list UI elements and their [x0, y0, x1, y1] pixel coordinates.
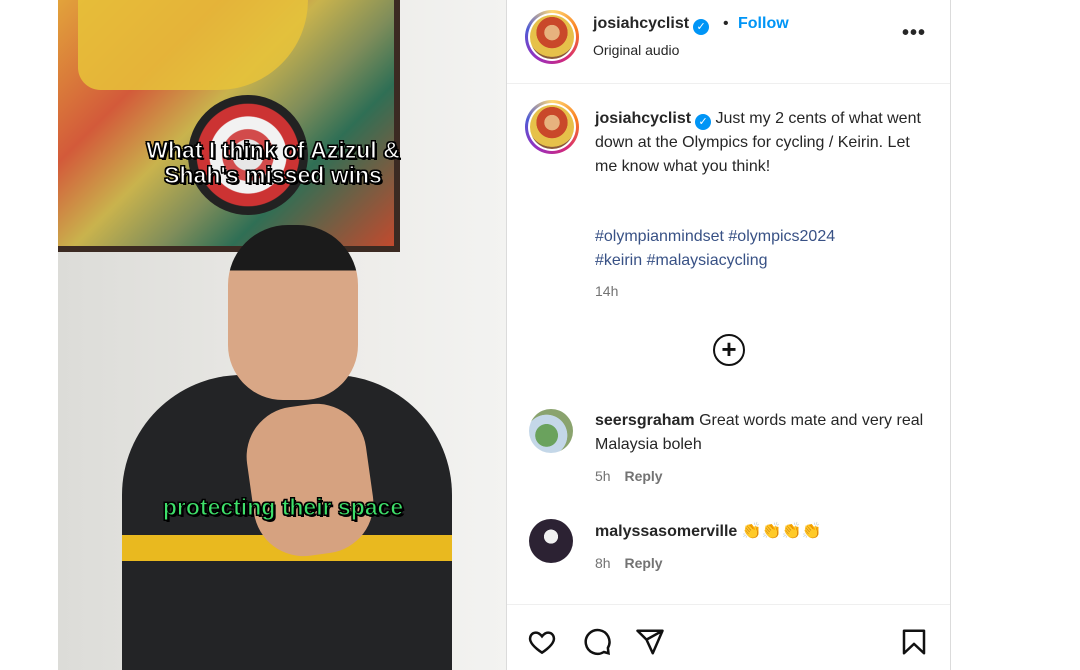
- commenter-avatar[interactable]: [529, 519, 573, 563]
- caption-username[interactable]: josiahcyclist: [595, 110, 691, 127]
- heart-icon[interactable]: [527, 627, 561, 661]
- author-avatar[interactable]: [525, 10, 579, 64]
- original-audio-link[interactable]: Original audio: [593, 42, 679, 58]
- commenter-avatar[interactable]: [529, 409, 573, 453]
- reel-video[interactable]: What I think of Azizul & Shah's missed w…: [58, 0, 506, 670]
- wall-painting: [58, 0, 400, 252]
- post-caption: josiahcyclist ✓ Just my 2 cents of what w…: [595, 107, 925, 179]
- commenter-username[interactable]: seersgraham: [595, 412, 695, 429]
- post-header: josiahcyclist ✓ • Follow Original audio •…: [507, 0, 950, 84]
- bookmark-icon[interactable]: [899, 627, 933, 661]
- video-subtitle: protecting their space: [162, 494, 404, 520]
- share-icon[interactable]: [635, 627, 669, 661]
- verified-badge-icon: ✓: [693, 19, 710, 35]
- comments-section[interactable]: josiahcyclist ✓ Just my 2 cents of what w…: [507, 85, 950, 604]
- reply-button[interactable]: Reply: [624, 468, 662, 484]
- post-timestamp[interactable]: 14h: [595, 283, 618, 299]
- post-actions-bar: [507, 604, 950, 670]
- load-more-comments-icon[interactable]: +: [713, 334, 745, 366]
- comment-timestamp[interactable]: 5h: [595, 468, 611, 484]
- hashtag-line[interactable]: #olympianmindset #olympics2024: [595, 225, 925, 249]
- more-options-icon[interactable]: •••: [902, 22, 926, 45]
- hashtag-line[interactable]: #keirin #malaysiacycling: [595, 249, 925, 273]
- comment-meta: 8h Reply: [595, 555, 663, 571]
- verified-badge-icon: ✓: [695, 114, 712, 130]
- comment-body: 👏👏👏👏: [741, 523, 822, 540]
- author-username-text[interactable]: josiahcyclist: [593, 15, 689, 32]
- reply-button[interactable]: Reply: [624, 555, 662, 571]
- comment-text: malyssasomerville 👏👏👏👏: [595, 520, 935, 544]
- presenter-head: [228, 225, 358, 400]
- video-caption-top: What I think of Azizul & Shah's missed w…: [146, 137, 400, 188]
- post-hashtags: #olympianmindset #olympics2024 #keirin #…: [595, 225, 925, 273]
- separator-dot: •: [723, 15, 729, 32]
- comment-icon[interactable]: [582, 627, 616, 661]
- author-username[interactable]: josiahcyclist ✓: [593, 15, 710, 35]
- caption-author-avatar[interactable]: [525, 100, 579, 154]
- comment-timestamp[interactable]: 8h: [595, 555, 611, 571]
- follow-button[interactable]: Follow: [738, 15, 789, 33]
- commenter-username[interactable]: malyssasomerville: [595, 523, 737, 540]
- post-panel: josiahcyclist ✓ • Follow Original audio •…: [506, 0, 951, 670]
- comment-text: seersgraham Great words mate and very re…: [595, 409, 935, 457]
- comment-meta: 5h Reply: [595, 468, 663, 484]
